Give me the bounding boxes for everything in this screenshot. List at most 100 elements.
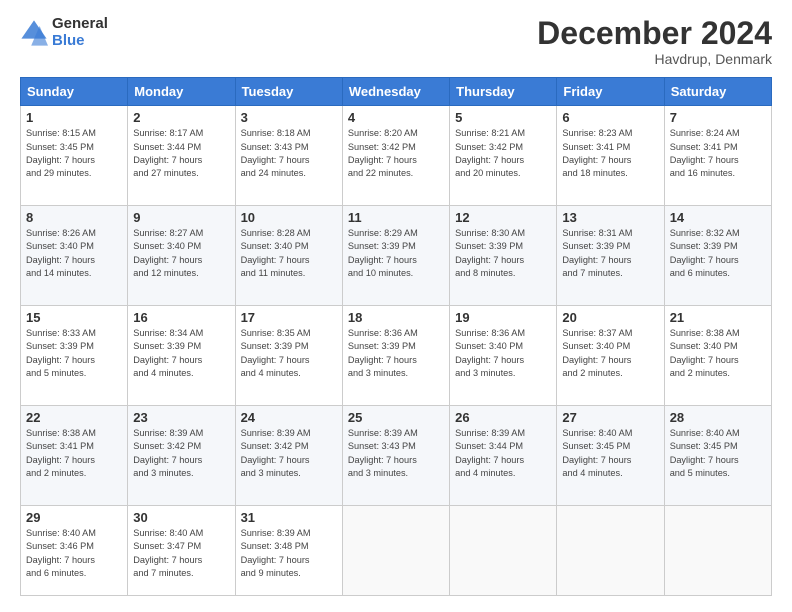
calendar-cell: 24 Sunrise: 8:39 AMSunset: 3:42 PMDayligh…	[235, 405, 342, 505]
calendar-cell: 26 Sunrise: 8:39 AMSunset: 3:44 PMDayligh…	[450, 405, 557, 505]
calendar-cell	[450, 505, 557, 595]
day-number: 31	[241, 510, 337, 525]
day-number: 4	[348, 110, 444, 125]
calendar-cell: 5Sunrise: 8:21 AMSunset: 3:42 PMDaylight…	[450, 106, 557, 206]
cell-details: Sunrise: 8:27 AMSunset: 3:40 PMDaylight:…	[133, 227, 229, 280]
cell-details: Sunrise: 8:31 AMSunset: 3:39 PMDaylight:…	[562, 227, 658, 280]
calendar-cell: 16 Sunrise: 8:34 AMSunset: 3:39 PMDayligh…	[128, 306, 235, 406]
day-number: 29	[26, 510, 122, 525]
col-header-sunday: Sunday	[21, 78, 128, 106]
calendar-cell: 23Sunrise: 8:39 AMSunset: 3:42 PMDayligh…	[128, 405, 235, 505]
calendar-cell: 31Sunrise: 8:39 AMSunset: 3:48 PMDayligh…	[235, 505, 342, 595]
calendar-cell: 12 Sunrise: 8:30 AMSunset: 3:39 PMDayligh…	[450, 206, 557, 306]
cell-details: Sunrise: 8:18 AMSunset: 3:43 PMDaylight:…	[241, 127, 337, 180]
logo: General Blue	[20, 16, 108, 49]
day-number: 16	[133, 310, 229, 325]
cell-details: Sunrise: 8:24 AMSunset: 3:41 PMDaylight:…	[670, 127, 766, 180]
cell-details: Sunrise: 8:39 AMSunset: 3:44 PMDaylight:…	[455, 427, 551, 480]
cell-details: Sunrise: 8:23 AMSunset: 3:41 PMDaylight:…	[562, 127, 658, 180]
calendar-cell: 19 Sunrise: 8:36 AMSunset: 3:40 PMDayligh…	[450, 306, 557, 406]
day-number: 15	[26, 310, 122, 325]
cell-details: Sunrise: 8:40 AMSunset: 3:45 PMDaylight:…	[670, 427, 766, 480]
week-row: 8Sunrise: 8:26 AMSunset: 3:40 PMDaylight…	[21, 206, 772, 306]
month-title: December 2024	[537, 16, 772, 51]
calendar-cell: 9 Sunrise: 8:27 AMSunset: 3:40 PMDaylight…	[128, 206, 235, 306]
week-row: 22 Sunrise: 8:38 AMSunset: 3:41 PMDayligh…	[21, 405, 772, 505]
calendar-cell: 28 Sunrise: 8:40 AMSunset: 3:45 PMDayligh…	[664, 405, 771, 505]
col-header-wednesday: Wednesday	[342, 78, 449, 106]
calendar-cell: 18Sunrise: 8:36 AMSunset: 3:39 PMDayligh…	[342, 306, 449, 406]
day-number: 23	[133, 410, 229, 425]
col-header-tuesday: Tuesday	[235, 78, 342, 106]
day-number: 1	[26, 110, 122, 125]
calendar-cell: 6Sunrise: 8:23 AMSunset: 3:41 PMDaylight…	[557, 106, 664, 206]
calendar-cell: 15 Sunrise: 8:33 AMSunset: 3:39 PMDayligh…	[21, 306, 128, 406]
calendar-cell: 11 Sunrise: 8:29 AMSunset: 3:39 PMDayligh…	[342, 206, 449, 306]
day-number: 27	[562, 410, 658, 425]
day-number: 8	[26, 210, 122, 225]
cell-details: Sunrise: 8:38 AMSunset: 3:41 PMDaylight:…	[26, 427, 122, 480]
calendar-cell: 17 Sunrise: 8:35 AMSunset: 3:39 PMDayligh…	[235, 306, 342, 406]
cell-details: Sunrise: 8:33 AMSunset: 3:39 PMDaylight:…	[26, 327, 122, 380]
cell-details: Sunrise: 8:30 AMSunset: 3:39 PMDaylight:…	[455, 227, 551, 280]
day-number: 19	[455, 310, 551, 325]
header-row: SundayMondayTuesdayWednesdayThursdayFrid…	[21, 78, 772, 106]
col-header-saturday: Saturday	[664, 78, 771, 106]
day-number: 9	[133, 210, 229, 225]
week-row: 15 Sunrise: 8:33 AMSunset: 3:39 PMDayligh…	[21, 306, 772, 406]
cell-details: Sunrise: 8:17 AMSunset: 3:44 PMDaylight:…	[133, 127, 229, 180]
day-number: 21	[670, 310, 766, 325]
calendar-cell: 21 Sunrise: 8:38 AMSunset: 3:40 PMDayligh…	[664, 306, 771, 406]
calendar-cell	[342, 505, 449, 595]
page: General Blue December 2024 Havdrup, Denm…	[0, 0, 792, 612]
calendar-cell: 27 Sunrise: 8:40 AMSunset: 3:45 PMDayligh…	[557, 405, 664, 505]
cell-details: Sunrise: 8:39 AMSunset: 3:43 PMDaylight:…	[348, 427, 444, 480]
day-number: 3	[241, 110, 337, 125]
calendar-cell: 4 Sunrise: 8:20 AMSunset: 3:42 PMDaylight…	[342, 106, 449, 206]
calendar-cell: 13 Sunrise: 8:31 AMSunset: 3:39 PMDayligh…	[557, 206, 664, 306]
day-number: 22	[26, 410, 122, 425]
cell-details: Sunrise: 8:36 AMSunset: 3:40 PMDaylight:…	[455, 327, 551, 380]
cell-details: Sunrise: 8:21 AMSunset: 3:42 PMDaylight:…	[455, 127, 551, 180]
cell-details: Sunrise: 8:15 AMSunset: 3:45 PMDaylight:…	[26, 127, 122, 180]
calendar-cell	[557, 505, 664, 595]
calendar-cell: 3 Sunrise: 8:18 AMSunset: 3:43 PMDaylight…	[235, 106, 342, 206]
cell-details: Sunrise: 8:40 AMSunset: 3:47 PMDaylight:…	[133, 527, 229, 580]
cell-details: Sunrise: 8:36 AMSunset: 3:39 PMDaylight:…	[348, 327, 444, 380]
day-number: 17	[241, 310, 337, 325]
cell-details: Sunrise: 8:38 AMSunset: 3:40 PMDaylight:…	[670, 327, 766, 380]
calendar-cell: 10 Sunrise: 8:28 AMSunset: 3:40 PMDayligh…	[235, 206, 342, 306]
calendar-cell: 1 Sunrise: 8:15 AMSunset: 3:45 PMDaylight…	[21, 106, 128, 206]
cell-details: Sunrise: 8:28 AMSunset: 3:40 PMDaylight:…	[241, 227, 337, 280]
day-number: 25	[348, 410, 444, 425]
logo-text: General Blue	[52, 16, 108, 49]
day-number: 13	[562, 210, 658, 225]
cell-details: Sunrise: 8:34 AMSunset: 3:39 PMDaylight:…	[133, 327, 229, 380]
cell-details: Sunrise: 8:35 AMSunset: 3:39 PMDaylight:…	[241, 327, 337, 380]
day-number: 20	[562, 310, 658, 325]
cell-details: Sunrise: 8:40 AMSunset: 3:45 PMDaylight:…	[562, 427, 658, 480]
day-number: 14	[670, 210, 766, 225]
calendar-cell: 2Sunrise: 8:17 AMSunset: 3:44 PMDaylight…	[128, 106, 235, 206]
calendar-cell: 29 Sunrise: 8:40 AMSunset: 3:46 PMDayligh…	[21, 505, 128, 595]
day-number: 11	[348, 210, 444, 225]
week-row: 29 Sunrise: 8:40 AMSunset: 3:46 PMDayligh…	[21, 505, 772, 595]
cell-details: Sunrise: 8:29 AMSunset: 3:39 PMDaylight:…	[348, 227, 444, 280]
day-number: 26	[455, 410, 551, 425]
day-number: 24	[241, 410, 337, 425]
cell-details: Sunrise: 8:39 AMSunset: 3:42 PMDaylight:…	[241, 427, 337, 480]
calendar-cell: 22 Sunrise: 8:38 AMSunset: 3:41 PMDayligh…	[21, 405, 128, 505]
day-number: 12	[455, 210, 551, 225]
calendar-cell: 8Sunrise: 8:26 AMSunset: 3:40 PMDaylight…	[21, 206, 128, 306]
cell-details: Sunrise: 8:40 AMSunset: 3:46 PMDaylight:…	[26, 527, 122, 580]
cell-details: Sunrise: 8:20 AMSunset: 3:42 PMDaylight:…	[348, 127, 444, 180]
week-row: 1 Sunrise: 8:15 AMSunset: 3:45 PMDaylight…	[21, 106, 772, 206]
calendar-cell: 25 Sunrise: 8:39 AMSunset: 3:43 PMDayligh…	[342, 405, 449, 505]
header: General Blue December 2024 Havdrup, Denm…	[20, 16, 772, 67]
day-number: 28	[670, 410, 766, 425]
day-number: 10	[241, 210, 337, 225]
calendar-cell: 7Sunrise: 8:24 AMSunset: 3:41 PMDaylight…	[664, 106, 771, 206]
cell-details: Sunrise: 8:37 AMSunset: 3:40 PMDaylight:…	[562, 327, 658, 380]
calendar: SundayMondayTuesdayWednesdayThursdayFrid…	[20, 77, 772, 596]
calendar-cell: 20 Sunrise: 8:37 AMSunset: 3:40 PMDayligh…	[557, 306, 664, 406]
